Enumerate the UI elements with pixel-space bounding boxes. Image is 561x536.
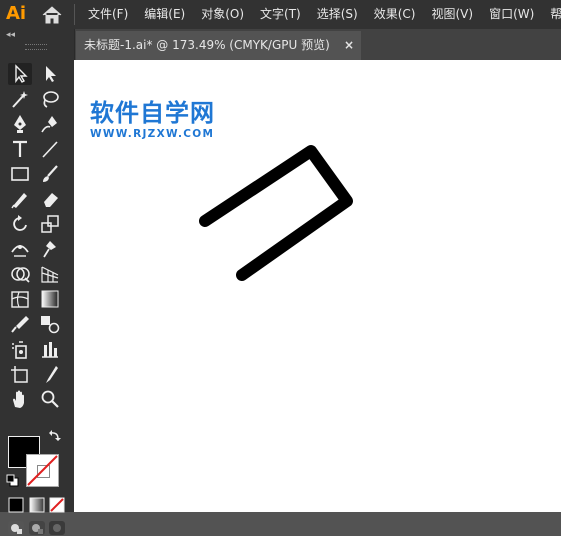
scale-tool-icon[interactable] [38, 213, 62, 235]
gradient-tool-icon[interactable] [38, 288, 62, 310]
drawn-path [199, 145, 353, 281]
hand-tool-icon[interactable] [8, 388, 32, 410]
menu-effect[interactable]: 效果(C) [374, 0, 416, 29]
home-icon[interactable] [40, 4, 64, 26]
width-tool-icon[interactable] [8, 238, 32, 260]
menu-select[interactable]: 选择(S) [317, 0, 358, 29]
draw-behind-icon[interactable] [28, 520, 46, 536]
puppet-warp-tool-icon[interactable] [38, 238, 62, 260]
menu-items: 文件(F) 编辑(E) 对象(O) 文字(T) 选择(S) 效果(C) 视图(V… [88, 0, 561, 29]
menu-window[interactable]: 窗口(W) [489, 0, 534, 29]
pen-tool-icon[interactable] [8, 113, 32, 135]
document-tab[interactable]: 未标题-1.ai* @ 173.49% (CMYK/GPU 预览) × [76, 31, 361, 60]
selection-tool-icon[interactable] [8, 63, 32, 85]
menu-object[interactable]: 对象(O) [201, 0, 244, 29]
paintbrush-tool-icon[interactable] [38, 163, 62, 185]
shape-builder-tool-icon[interactable] [8, 263, 32, 285]
document-tab-label: 未标题-1.ai* @ 173.49% (CMYK/GPU 预览) [84, 38, 330, 52]
menu-bar: Ai 文件(F) 编辑(E) 对象(O) 文字(T) 选择(S) 效果(C) 视… [0, 0, 561, 29]
menu-divider [74, 4, 75, 25]
artboard-tool-icon[interactable] [8, 363, 32, 385]
artwork [199, 145, 353, 281]
close-icon[interactable]: × [344, 31, 354, 59]
artboard-canvas[interactable]: 软件自学网 WWW.RJZXW.COM [74, 60, 561, 512]
draw-inside-icon[interactable] [48, 520, 66, 536]
mesh-tool-icon[interactable] [8, 288, 32, 310]
draw-normal-icon[interactable] [7, 520, 25, 536]
color-mode-button-icon[interactable] [7, 496, 25, 514]
default-colors-icon[interactable] [6, 474, 20, 488]
slice-tool-icon[interactable] [38, 363, 62, 385]
collapse-panel-button[interactable]: ◂◂ [6, 30, 15, 40]
type-tool-icon[interactable] [8, 138, 32, 160]
swap-colors-icon[interactable] [48, 429, 62, 443]
eraser-tool-icon[interactable] [38, 188, 62, 210]
panel-grip[interactable] [25, 44, 47, 50]
symbol-sprayer-tool-icon[interactable] [8, 338, 32, 360]
menu-type[interactable]: 文字(T) [260, 0, 301, 29]
direct-selection-tool-icon[interactable] [38, 63, 62, 85]
stroke-color-swatch[interactable] [26, 454, 59, 487]
rectangle-tool-icon[interactable] [8, 163, 32, 185]
rotate-tool-icon[interactable] [8, 213, 32, 235]
magic-wand-tool-icon[interactable] [8, 88, 32, 110]
column-graph-tool-icon[interactable] [38, 338, 62, 360]
none-mode-button-icon[interactable] [48, 496, 66, 514]
blend-tool-icon[interactable] [38, 313, 62, 335]
menu-help[interactable]: 帮助( [550, 0, 561, 29]
perspective-grid-tool-icon[interactable] [38, 263, 62, 285]
app-logo: Ai [6, 3, 27, 24]
lasso-tool-icon[interactable] [38, 88, 62, 110]
gradient-mode-button-icon[interactable] [28, 496, 46, 514]
eyedropper-tool-icon[interactable] [8, 313, 32, 335]
menu-view[interactable]: 视图(V) [431, 0, 473, 29]
line-tool-icon[interactable] [38, 138, 62, 160]
tools-panel: ◂◂ [0, 29, 75, 535]
curvature-tool-icon[interactable] [38, 113, 62, 135]
menu-file[interactable]: 文件(F) [88, 0, 128, 29]
menu-edit[interactable]: 编辑(E) [144, 0, 185, 29]
zoom-tool-icon[interactable] [38, 388, 62, 410]
shaper-tool-icon[interactable] [8, 188, 32, 210]
